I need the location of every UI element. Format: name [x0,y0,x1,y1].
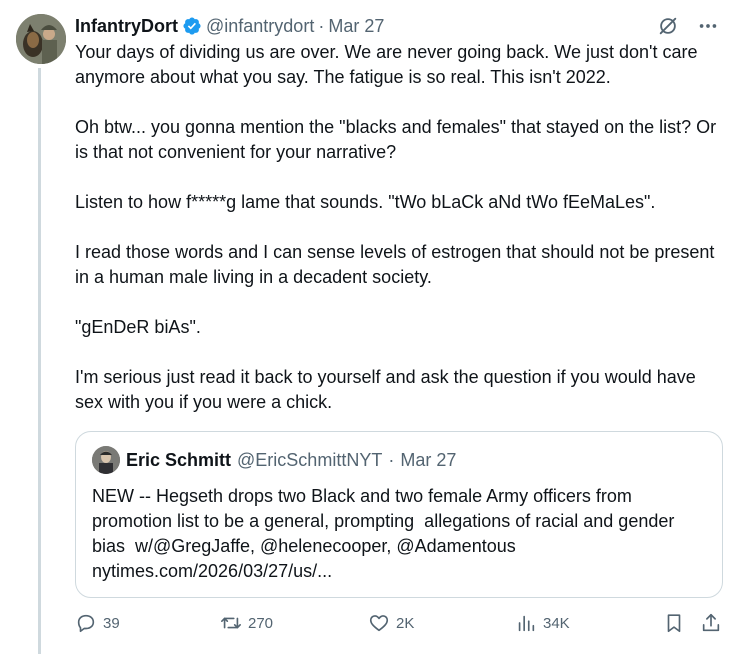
verified-badge-icon [182,16,202,36]
share-icon [702,613,720,632]
reply-icon [77,614,95,633]
quote-avatar [92,446,120,474]
heart-icon [369,615,389,632]
thread-line [38,68,41,654]
quote-separator-dot: · [388,449,395,470]
bookmark-icon [667,614,681,633]
quote-date[interactable]: Mar 27 [400,450,456,471]
avatar[interactable] [16,14,66,64]
repost-button[interactable]: 270 [220,612,273,634]
tweet-paragraph: I read those words and I can sense level… [75,242,720,287]
tweet-date[interactable]: Mar 27 [328,16,384,37]
action-bar: 39 270 2K 34K [75,612,725,640]
tweet-paragraph: Listen to how f*****g lame that sounds. … [75,192,656,212]
tweet-paragraph: Your days of dividing us are over. We ar… [75,42,703,87]
views-button[interactable]: 34K [515,612,570,634]
tweet-paragraph: I'm serious just read it back to yoursel… [75,367,701,412]
tweet-paragraph: "gEnDeR biAs". [75,317,201,337]
reply-count: 39 [103,614,120,632]
display-name[interactable]: InfantryDort [75,16,178,37]
top-actions [656,14,720,38]
quote-text: NEW -- Hegseth drops two Black and two f… [92,486,675,581]
tweet-header: InfantryDort @infantrydort · Mar 27 [75,14,384,38]
share-button[interactable] [700,612,722,634]
bookmark-button[interactable] [663,612,685,634]
quote-display-name[interactable]: Eric Schmitt [126,450,231,471]
handle[interactable]: @infantrydort [206,16,314,37]
quote-tweet[interactable]: Eric Schmitt @EricSchmittNYT · Mar 27 NE… [75,431,723,598]
quote-handle[interactable]: @EricSchmittNYT [237,450,382,471]
more-options-icon[interactable] [696,14,720,38]
repost-icon [221,617,241,629]
quote-header: Eric Schmitt @EricSchmittNYT · Mar 27 [92,446,706,474]
tweet-text: Your days of dividing us are over. We ar… [75,40,725,415]
like-count: 2K [396,614,415,632]
separator-dot: · [318,15,325,36]
views-count: 34K [543,614,570,632]
reply-button[interactable]: 39 [75,612,120,634]
tweet-paragraph: Oh btw... you gonna mention the "blacks … [75,117,722,162]
views-icon [518,615,535,632]
grok-icon[interactable] [656,14,680,38]
like-button[interactable]: 2K [368,612,414,634]
repost-count: 270 [248,614,274,632]
